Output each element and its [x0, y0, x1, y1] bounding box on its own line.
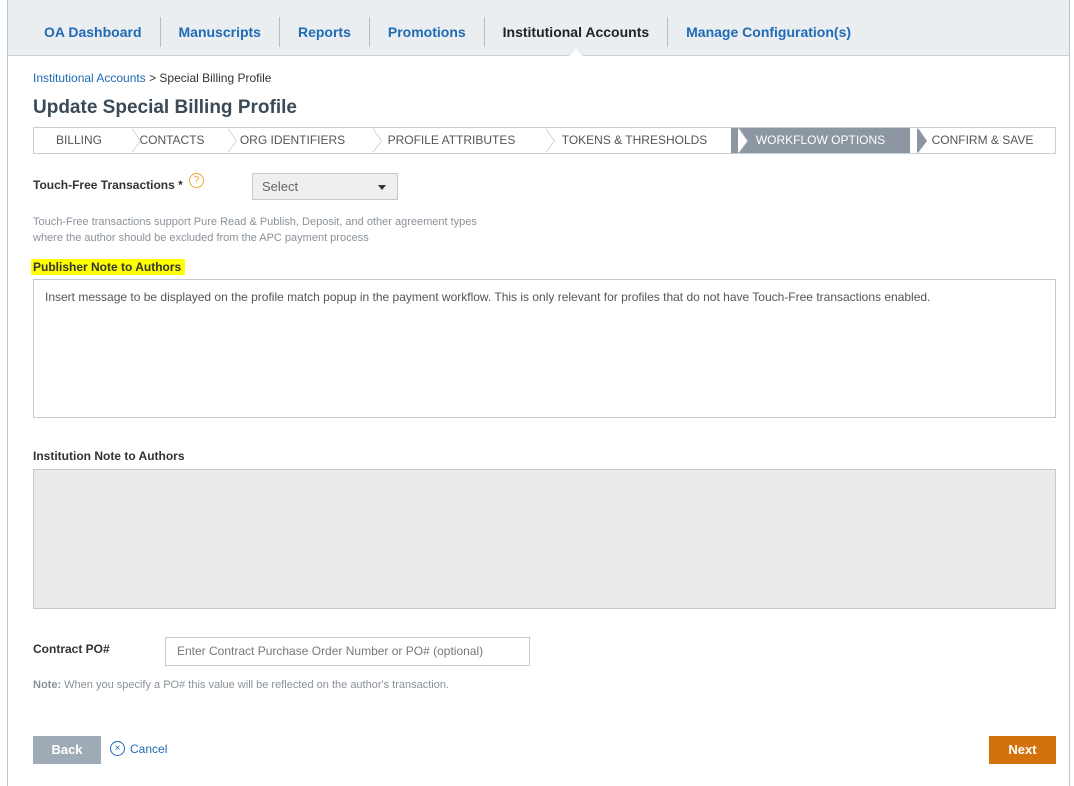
back-button[interactable]: Back — [33, 736, 101, 764]
contract-po-label: Contract PO# — [33, 642, 110, 656]
tab-promotions[interactable]: Promotions — [370, 17, 485, 47]
breadcrumb: Institutional Accounts > Special Billing… — [33, 71, 271, 85]
frame-right-border — [1069, 0, 1070, 786]
breadcrumb-separator: > — [145, 71, 160, 85]
nav-tabs: OA Dashboard Manuscripts Reports Promoti… — [32, 17, 869, 57]
wizard-stepper: BILLING CONTACTS ORG IDENTIFIERS PROFILE… — [33, 127, 1056, 154]
step-workflow-options[interactable]: WORKFLOW OPTIONS — [731, 128, 927, 153]
step-label: ORG IDENTIFIERS — [239, 133, 346, 147]
step-tokens-thresholds[interactable]: TOKENS & THRESHOLDS — [538, 128, 748, 153]
touch-free-select-value: Select — [262, 179, 299, 194]
question-help-icon[interactable]: ? — [189, 173, 204, 188]
step-label: CONFIRM & SAVE — [931, 133, 1034, 147]
tab-manage-configurations[interactable]: Manage Configuration(s) — [668, 17, 869, 47]
page-title: Update Special Billing Profile — [33, 97, 297, 118]
tab-manuscripts[interactable]: Manuscripts — [161, 17, 280, 47]
tab-institutional-accounts[interactable]: Institutional Accounts — [485, 17, 669, 57]
touch-free-help-line1: Touch-Free transactions support Pure Rea… — [33, 216, 477, 228]
note-prefix: Note: — [33, 679, 62, 691]
step-label: WORKFLOW OPTIONS — [755, 133, 886, 147]
frame-left-border — [7, 0, 8, 786]
tab-reports[interactable]: Reports — [280, 17, 370, 47]
step-profile-attributes[interactable]: PROFILE ATTRIBUTES — [365, 128, 555, 153]
contract-po-note: Note: When you specify a PO# this value … — [33, 679, 449, 691]
chevron-down-icon — [378, 185, 386, 190]
step-org-identifiers[interactable]: ORG IDENTIFIERS — [220, 128, 382, 153]
step-billing[interactable]: BILLING — [34, 128, 141, 153]
touch-free-select[interactable]: Select — [252, 173, 398, 200]
publisher-note-textarea[interactable]: Insert message to be displayed on the pr… — [33, 279, 1056, 418]
step-confirm-save[interactable]: CONFIRM & SAVE — [910, 128, 1055, 153]
breadcrumb-current: Special Billing Profile — [159, 71, 272, 85]
step-label: PROFILE ATTRIBUTES — [387, 133, 516, 147]
next-button[interactable]: Next — [989, 736, 1056, 764]
close-circle-icon: × — [110, 741, 125, 756]
touch-free-help-line2: where the author should be excluded from… — [33, 232, 369, 244]
contract-po-input[interactable]: Enter Contract Purchase Order Number or … — [165, 637, 530, 666]
step-label: BILLING — [55, 133, 103, 147]
step-label: TOKENS & THRESHOLDS — [561, 133, 708, 147]
institution-note-label: Institution Note to Authors — [33, 449, 185, 463]
step-label: CONTACTS — [139, 133, 205, 147]
touch-free-help-text: Touch-Free transactions support Pure Rea… — [33, 214, 553, 246]
tab-institutional-accounts-label: Institutional Accounts — [502, 24, 650, 40]
breadcrumb-link-institutional-accounts[interactable]: Institutional Accounts — [33, 71, 146, 85]
tab-oa-dashboard[interactable]: OA Dashboard — [32, 17, 161, 47]
top-navigation: OA Dashboard Manuscripts Reports Promoti… — [8, 0, 1069, 57]
institution-note-textarea — [33, 469, 1056, 609]
cancel-link[interactable]: × Cancel — [110, 741, 167, 756]
publisher-note-label: Publisher Note to Authors — [31, 259, 186, 275]
touch-free-label: Touch-Free Transactions * — [33, 178, 183, 192]
active-tab-caret-icon — [567, 49, 584, 57]
note-text: When you specify a PO# this value will b… — [61, 679, 450, 691]
cancel-label: Cancel — [130, 741, 168, 756]
